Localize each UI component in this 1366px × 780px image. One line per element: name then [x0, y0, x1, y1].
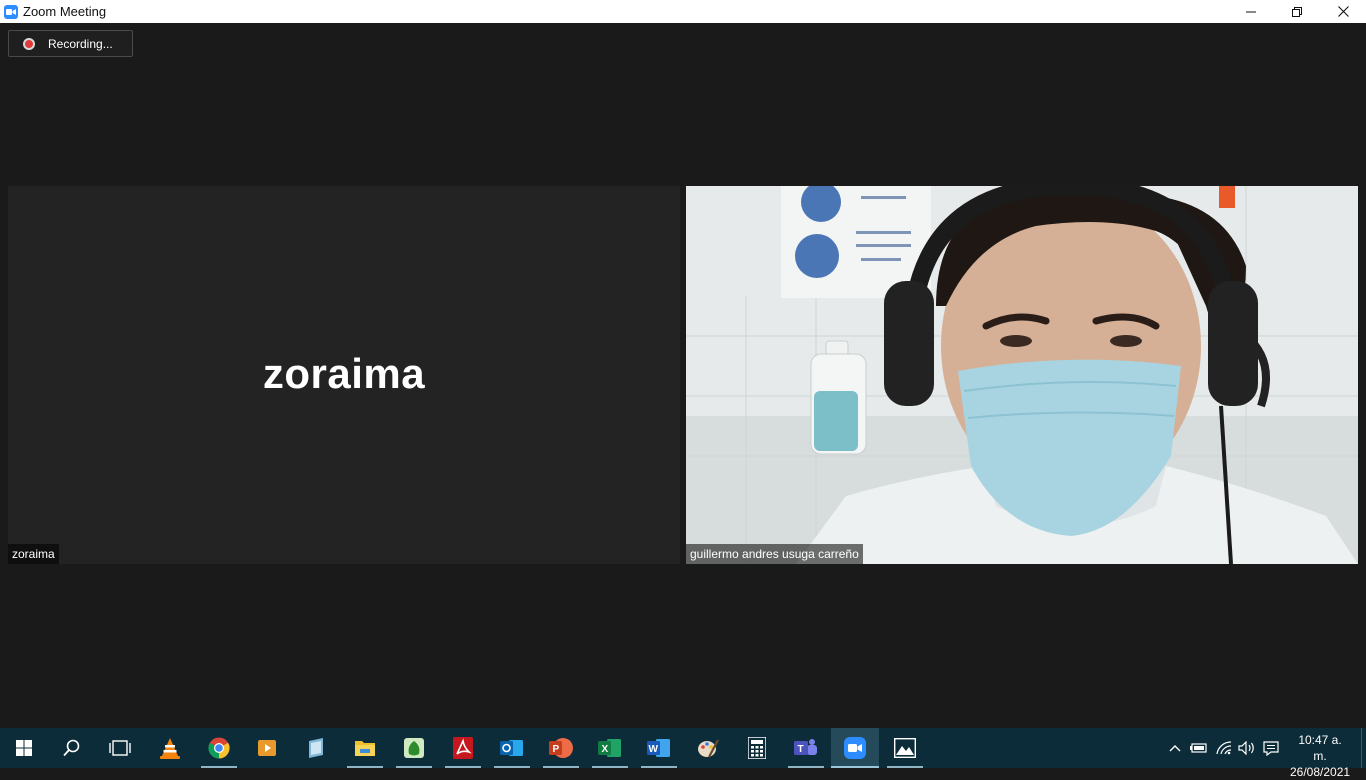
- green-app-icon: [404, 738, 424, 758]
- taskbar-clock[interactable]: 10:47 a. m. 26/08/2021: [1290, 732, 1350, 780]
- taskbar-app-green[interactable]: [390, 728, 438, 768]
- svg-text:P: P: [553, 744, 560, 755]
- chevron-up-icon: [1169, 745, 1181, 752]
- word-icon: W: [647, 739, 670, 757]
- window-title: Zoom Meeting: [23, 4, 107, 19]
- participant-display-name: zoraima: [262, 350, 426, 397]
- outlook-icon: [500, 740, 523, 756]
- taskbar-app-zoom[interactable]: [831, 728, 879, 768]
- taskbar-app-outlook[interactable]: [488, 728, 536, 768]
- start-button[interactable]: [0, 728, 48, 768]
- taskbar-app-word[interactable]: W: [635, 728, 683, 768]
- taskbar-app-paint[interactable]: [684, 728, 732, 768]
- svg-text:W: W: [649, 744, 659, 755]
- minimize-icon: [1246, 11, 1256, 12]
- notebook-app-icon: [309, 738, 323, 758]
- paint-icon: [698, 739, 719, 758]
- participant-tile-guillermo[interactable]: guillermo andres usuga carreño: [686, 186, 1358, 564]
- taskbar-app-chrome[interactable]: [195, 728, 243, 768]
- chrome-icon: [208, 737, 230, 759]
- tray-notifications[interactable]: [1260, 728, 1282, 768]
- participant-tile-zoraima[interactable]: zoraima zoraima: [8, 186, 680, 564]
- task-view-icon: [109, 740, 131, 756]
- notifications-icon: [1263, 740, 1279, 756]
- restore-icon: [1292, 6, 1302, 17]
- taskbar-app-teams[interactable]: T: [782, 728, 830, 768]
- close-icon: [1337, 6, 1349, 17]
- taskbar-app-media-player[interactable]: [243, 728, 291, 768]
- file-explorer-icon: [355, 741, 375, 756]
- clock-date: 26/08/2021: [1290, 765, 1351, 779]
- task-view-button[interactable]: [96, 728, 144, 768]
- taskbar-app-vlc[interactable]: [146, 728, 194, 768]
- windows-taskbar: P X W T 10:47 a. m. 26/08/2021: [0, 728, 1366, 779]
- zoom-app-icon: [4, 4, 18, 19]
- restore-button[interactable]: [1274, 0, 1320, 23]
- taskbar-app-notebook[interactable]: [292, 728, 340, 768]
- participant-name-tag: guillermo andres usuga carreño: [686, 544, 863, 564]
- search-button[interactable]: [48, 728, 96, 768]
- volume-icon: [1238, 741, 1254, 755]
- taskbar-app-acrobat[interactable]: [439, 728, 487, 768]
- tray-volume[interactable]: [1236, 728, 1258, 768]
- search-icon: [63, 739, 80, 757]
- excel-icon: X: [598, 739, 621, 757]
- teams-icon: T: [794, 739, 817, 755]
- zoom-icon: [844, 737, 866, 759]
- vlc-icon: [160, 738, 180, 759]
- taskbar-app-photos[interactable]: [881, 728, 929, 768]
- clock-time: 10:47 a. m.: [1298, 733, 1342, 763]
- tray-chevron[interactable]: [1165, 728, 1185, 768]
- tray-wifi[interactable]: [1213, 728, 1235, 768]
- tray-battery[interactable]: [1188, 728, 1210, 768]
- recording-indicator[interactable]: Recording...: [8, 30, 133, 57]
- title-bar: Zoom Meeting: [0, 0, 1366, 23]
- close-button[interactable]: [1320, 0, 1366, 23]
- participant-name-tag: zoraima: [8, 544, 59, 564]
- participant-video-feed: [686, 186, 1358, 564]
- photos-icon: [894, 738, 916, 758]
- svg-text:T: T: [798, 744, 804, 755]
- window-controls: [1228, 0, 1366, 23]
- calculator-icon: [748, 737, 766, 759]
- recording-dot-icon: [23, 37, 35, 50]
- windows-start-icon: [16, 740, 32, 756]
- battery-icon: [1190, 743, 1207, 753]
- media-player-icon: [258, 740, 276, 756]
- taskbar-app-excel[interactable]: X: [586, 728, 634, 768]
- taskbar-app-calculator[interactable]: [733, 728, 781, 768]
- taskbar-app-file-explorer[interactable]: [341, 728, 389, 768]
- wifi-icon: [1216, 741, 1232, 755]
- powerpoint-icon: P: [549, 738, 573, 758]
- recording-label: Recording...: [48, 36, 113, 51]
- svg-text:X: X: [602, 744, 609, 755]
- taskbar-app-powerpoint[interactable]: P: [537, 728, 585, 768]
- acrobat-icon: [453, 737, 473, 759]
- show-desktop-button[interactable]: [1361, 728, 1366, 768]
- minimize-button[interactable]: [1228, 0, 1274, 23]
